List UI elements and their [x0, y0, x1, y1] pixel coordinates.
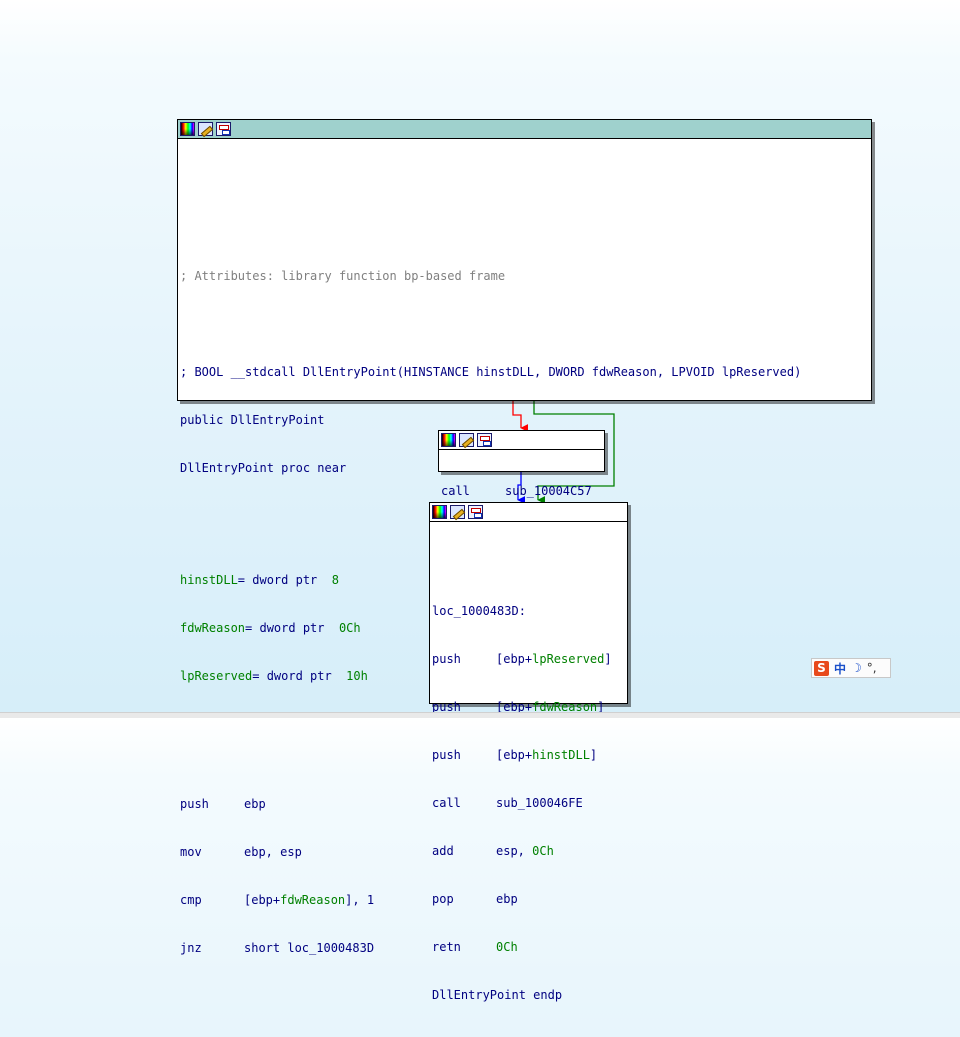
ime-logo-icon[interactable]: S — [814, 660, 829, 676]
endp-declaration[interactable]: DllEntryPoint endp — [432, 987, 625, 1003]
horizontal-scrollbar[interactable] — [0, 712, 960, 718]
graph-overview-icon[interactable] — [216, 122, 231, 136]
graph-node-entry[interactable]: ; Attributes: library function bp-based … — [177, 119, 872, 955]
operand-var[interactable]: 0Ch — [532, 844, 554, 858]
public-declaration[interactable]: public DllEntryPoint — [180, 412, 869, 428]
operand-suffix: ], 1 — [345, 893, 375, 907]
mnemonic: call — [432, 796, 461, 810]
operand[interactable]: ebp — [244, 797, 266, 811]
mnemonic: mov — [180, 845, 202, 859]
instruction-line[interactable]: call sub_10004C57 — [441, 483, 602, 499]
prototype-comment: ; BOOL __stdcall DllEntryPoint(HINSTANCE… — [180, 365, 802, 379]
edit-pencil-icon[interactable] — [459, 433, 474, 447]
stack-var-offset: 0Ch — [338, 621, 361, 635]
operand[interactable]: ebp, esp — [244, 845, 302, 859]
mnemonic: retn — [432, 940, 461, 954]
instruction-line[interactable]: retn 0Ch — [432, 939, 625, 955]
stack-var-decl: = dword ptr — [245, 621, 339, 635]
operand[interactable]: short loc_1000483D — [244, 941, 374, 955]
node-header — [439, 431, 604, 450]
stack-var-decl: = dword ptr — [237, 573, 332, 587]
ime-toolbar[interactable]: S 中 ☽ °, — [811, 658, 891, 678]
operand[interactable]: sub_100046FE — [496, 796, 583, 810]
instruction-line[interactable]: push [ebp+hinstDLL] — [432, 747, 625, 763]
mnemonic: add — [432, 844, 454, 858]
operand[interactable]: sub_10004C57 — [505, 484, 592, 498]
operand-var[interactable]: 0Ch — [496, 940, 518, 954]
stack-var-name[interactable]: fdwReason — [180, 621, 245, 635]
instruction-line[interactable]: push [ebp+lpReserved] — [432, 651, 625, 667]
graph-overview-icon[interactable] — [468, 505, 483, 519]
mnemonic: push — [432, 652, 461, 666]
operand-suffix: ] — [589, 748, 598, 762]
operand-var[interactable]: lpReserved — [532, 652, 604, 666]
mnemonic: push — [432, 748, 461, 762]
operand-var[interactable]: fdwReason — [280, 893, 345, 907]
operand[interactable]: [ebp+ — [496, 748, 532, 762]
location-label[interactable]: loc_1000483D: — [432, 603, 625, 619]
node-header — [178, 120, 871, 139]
edit-pencil-icon[interactable] — [450, 505, 465, 519]
mnemonic: call — [441, 484, 470, 498]
color-palette-icon[interactable] — [180, 122, 195, 136]
ime-halfwidth-moon-icon[interactable]: ☽ — [851, 661, 862, 675]
instruction-line[interactable]: call sub_100046FE — [432, 795, 625, 811]
mnemonic: pop — [432, 892, 454, 906]
operand-suffix: ] — [604, 652, 612, 666]
edit-pencil-icon[interactable] — [198, 122, 213, 136]
operand[interactable]: esp, — [496, 844, 532, 858]
operand[interactable]: [ebp+ — [244, 893, 280, 907]
stack-var-offset: 8 — [331, 573, 339, 587]
instruction-line[interactable]: add esp, 0Ch — [432, 843, 625, 859]
node-header — [430, 503, 627, 522]
mnemonic: push — [180, 797, 209, 811]
graph-node-call[interactable]: call sub_10004C57 — [438, 430, 605, 498]
node-code: loc_1000483D: push [ebp+lpReserved] push[… — [430, 522, 627, 1037]
graph-overview-icon[interactable] — [477, 433, 492, 447]
attributes-comment: ; Attributes: library function bp-based … — [180, 269, 506, 283]
operand-var[interactable]: hinstDLL — [532, 748, 590, 762]
instruction-line[interactable]: pop ebp — [432, 891, 625, 907]
stack-var-name[interactable]: lpReserved — [180, 669, 252, 683]
color-palette-icon[interactable] — [441, 433, 456, 447]
operand[interactable]: [ebp+ — [496, 652, 532, 666]
graph-node-loc[interactable]: loc_1000483D: push [ebp+lpReserved] push[… — [429, 502, 628, 1002]
operand[interactable]: ebp — [496, 892, 518, 906]
color-palette-icon[interactable] — [432, 505, 447, 519]
stack-var-decl: = dword ptr — [252, 669, 347, 683]
ime-language-toggle[interactable]: 中 — [834, 660, 846, 677]
mnemonic: jnz — [180, 941, 202, 955]
stack-var-name[interactable]: hinstDLL — [180, 573, 238, 587]
ime-punctuation-toggle[interactable]: °, — [867, 661, 877, 675]
stack-var-offset: 10h — [346, 669, 368, 683]
mnemonic: cmp — [180, 893, 202, 907]
